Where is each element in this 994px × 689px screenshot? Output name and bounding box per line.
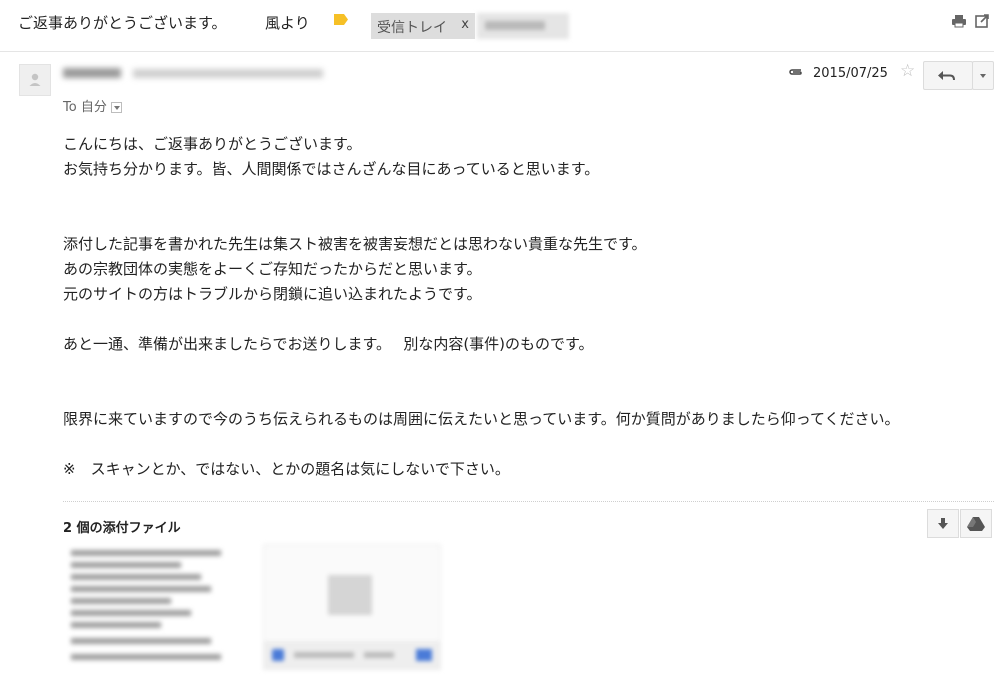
message-body: こんにちは、ご返事ありがとうございます。お気持ち分かります。皆、人間関係ではさん… xyxy=(63,132,900,482)
more-actions-button[interactable] xyxy=(972,61,994,90)
person-icon xyxy=(29,73,41,86)
label-chip-redacted[interactable] xyxy=(477,13,569,39)
message-date: 2015/07/25 xyxy=(813,66,888,81)
recipient-line: To 自分 xyxy=(63,96,122,115)
recipient-details-dropdown[interactable] xyxy=(110,102,122,113)
label-chip-remove-button[interactable]: x xyxy=(461,17,469,32)
message-body-line xyxy=(63,357,900,382)
print-icon[interactable] xyxy=(952,14,966,28)
message-body-line xyxy=(63,382,900,407)
subject-from-part: 風より xyxy=(265,14,310,32)
message-body-line: 限界に来ていますので今のうち伝えられるものは周囲に伝えたいと思っています。何か質… xyxy=(63,410,900,428)
reply-button[interactable] xyxy=(923,61,973,90)
message-body-line xyxy=(63,182,900,207)
reply-icon xyxy=(938,71,955,81)
attachment-thumbnail-2[interactable] xyxy=(263,544,441,670)
drive-icon xyxy=(967,517,985,531)
download-all-button[interactable] xyxy=(927,509,959,538)
save-to-drive-button[interactable] xyxy=(960,509,992,538)
attachment-thumbnail-1[interactable] xyxy=(63,544,233,674)
recipient-text: To 自分 xyxy=(63,100,107,115)
message-body-line: ※ スキャンとか、ではない、とかの題名は気にしないで下さい。 xyxy=(63,460,510,478)
message-body-line xyxy=(63,207,900,232)
message-body-line xyxy=(63,432,900,457)
label-chip-inbox-text: 受信トレイ xyxy=(377,20,447,36)
star-icon[interactable]: ☆ xyxy=(900,63,915,80)
download-icon xyxy=(938,518,948,529)
label-chip-inbox[interactable]: 受信トレイ x xyxy=(371,13,475,39)
paperclip-icon xyxy=(789,69,802,75)
new-window-icon[interactable] xyxy=(975,14,989,28)
message-body-line: 添付した記事を書かれた先生は集スト被害を被害妄想だとは思わない貴重な先生です。 xyxy=(63,235,647,253)
subject-bar: ご返事ありがとうございます。 風より 受信トレイ x xyxy=(0,0,994,52)
message-body-line: 元のサイトの方はトラブルから閉鎖に追い込まれたようです。 xyxy=(63,285,482,303)
message-body-line: お気持ち分かります。皆、人間関係ではさんざんな目にあっていると思います。 xyxy=(63,160,600,178)
avatar xyxy=(19,64,51,96)
message-body-line xyxy=(63,307,900,332)
sender-name-redacted[interactable] xyxy=(63,66,323,80)
message-body-line: こんにちは、ご返事ありがとうございます。 xyxy=(63,135,362,153)
message-body-line: あの宗教団体の実態をよーくご存知だったからだと思います。 xyxy=(63,260,482,278)
label-tag-icon[interactable] xyxy=(334,14,348,25)
message-body-line: あと一通、準備が出来ましたらでお送りします。 別な内容(事件)のものです。 xyxy=(63,335,594,353)
email-subject: ご返事ありがとうございます。 xyxy=(18,14,227,32)
attachments-divider xyxy=(63,501,994,502)
attachments-title: 2 個の添付ファイル xyxy=(63,521,181,536)
